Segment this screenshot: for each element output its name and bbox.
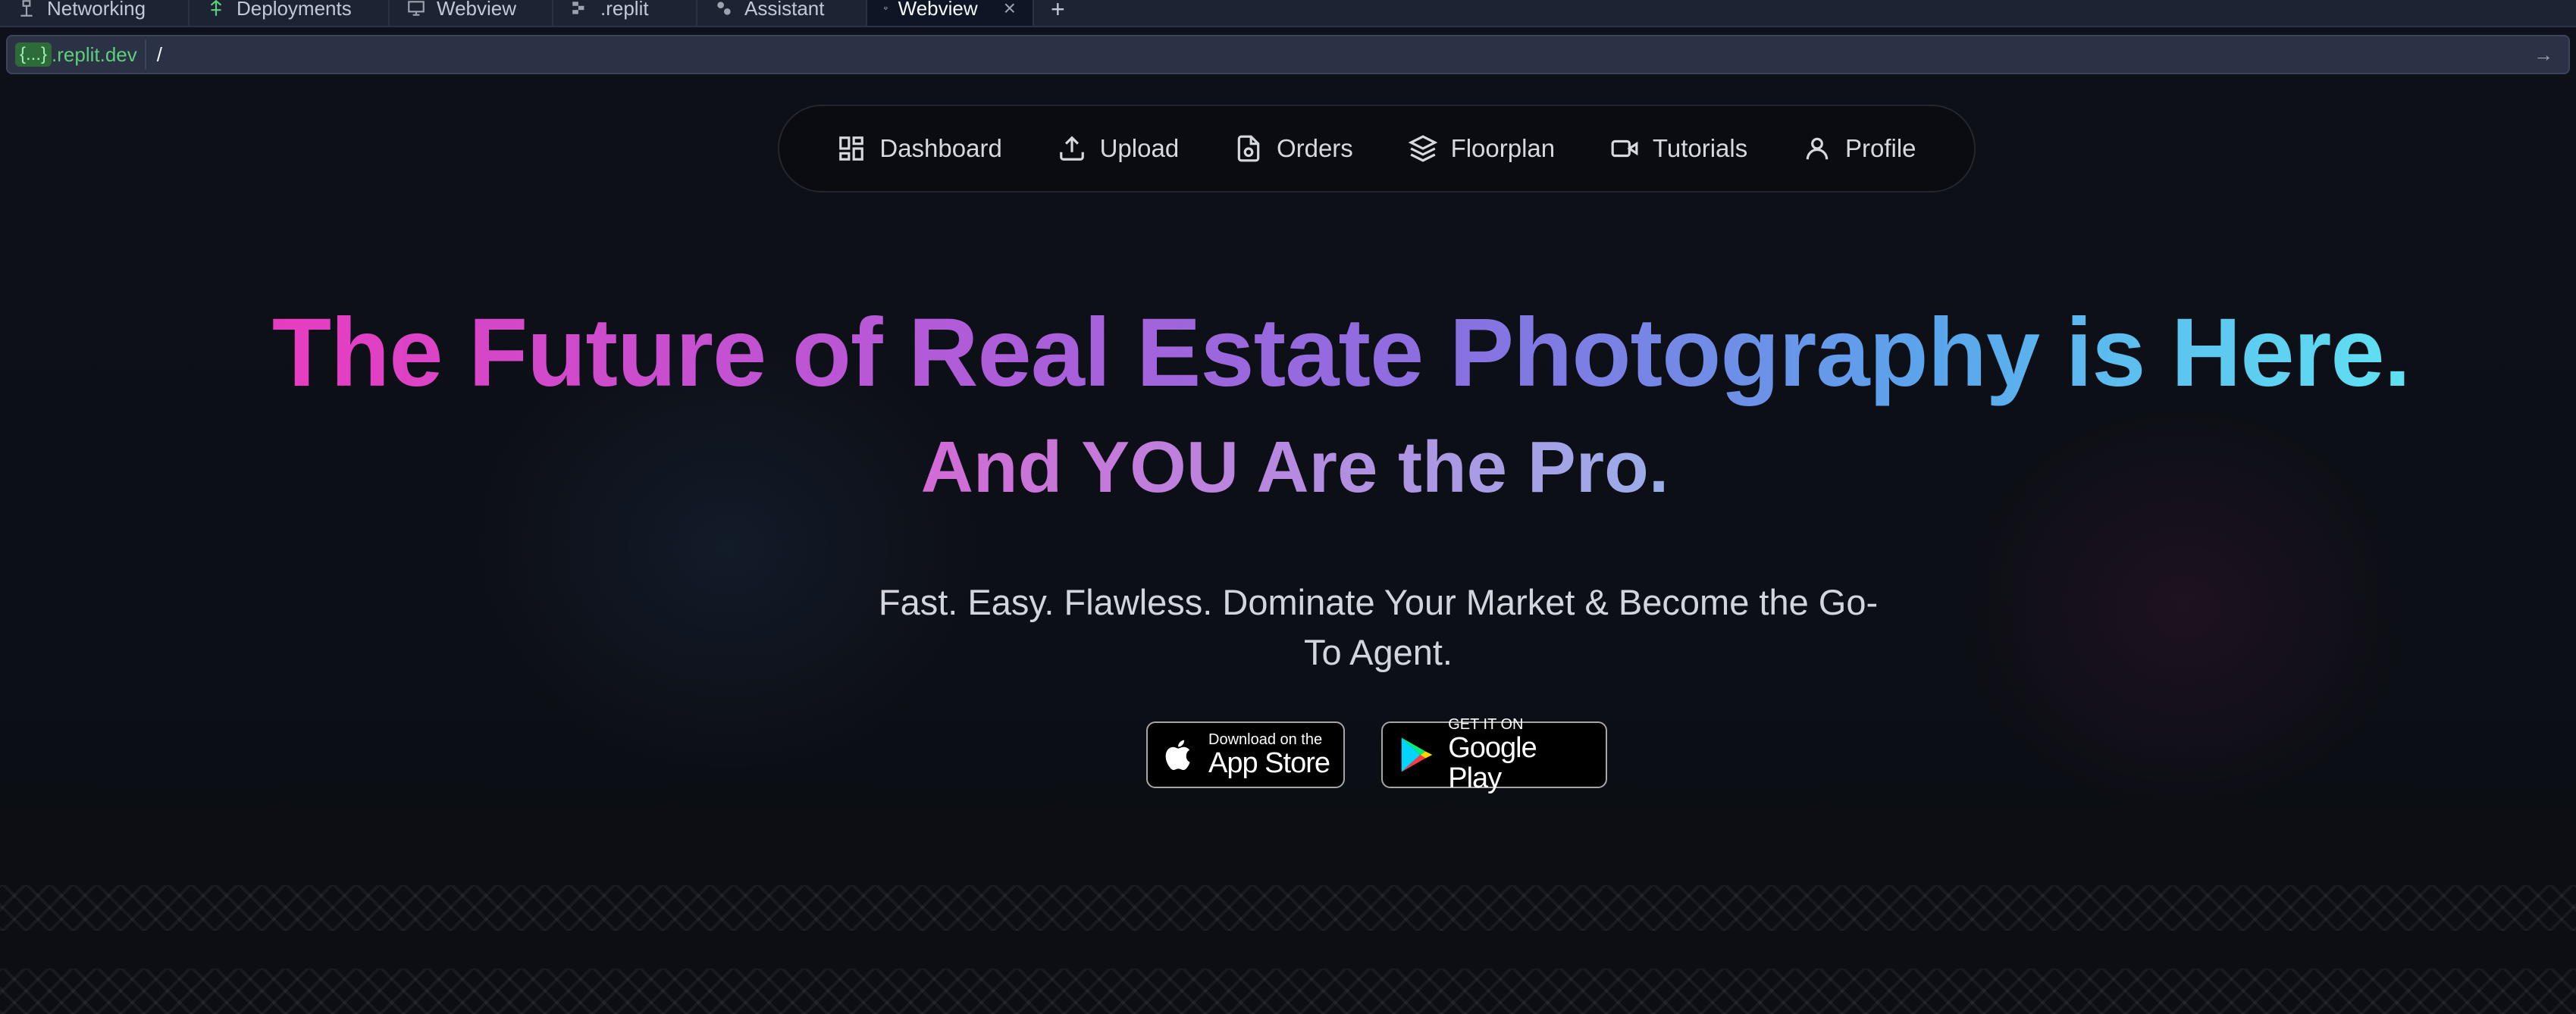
video-icon <box>1611 139 1638 158</box>
app-store-small-text: Download on the <box>1208 731 1323 748</box>
tab-webview-active[interactable]: Webview × <box>867 0 1034 26</box>
tab-label: Webview <box>437 0 517 20</box>
nav-label: Tutorials <box>1652 134 1748 162</box>
main-navigation: Dashboard Upload Orders Floorplan Tutori… <box>778 105 1976 192</box>
url-host-pill: {...} <box>15 42 52 67</box>
webview-url-bar[interactable]: {...} .replit.dev / → <box>6 35 2570 74</box>
monitor-icon <box>884 7 888 10</box>
user-icon <box>1806 137 1829 160</box>
google-play-icon <box>1401 737 1433 772</box>
url-host-suffix: .replit.dev <box>52 42 137 66</box>
hero-tagline: Fast. Easy. Flawless. Dominate Your Mark… <box>878 582 1879 672</box>
orders-icon <box>1237 135 1260 162</box>
tab-webview[interactable]: Webview <box>390 0 553 26</box>
tab-label: Webview <box>898 0 978 20</box>
google-play-badge[interactable]: GET IT ON Google Play <box>1381 716 1607 793</box>
upload-icon <box>1059 136 1084 161</box>
tab-label: Assistant <box>744 0 825 20</box>
layers-icon <box>1408 135 1437 162</box>
arrow-right-icon[interactable]: → <box>2534 43 2553 67</box>
nav-item-orders[interactable]: Orders <box>1221 127 1367 171</box>
tab-deployments[interactable]: Deployments <box>190 0 390 26</box>
url-host: {...} .replit.dev <box>15 39 146 70</box>
google-play-big-text: Google Play <box>1448 732 1537 794</box>
apple-icon <box>1165 740 1190 771</box>
hero-subheadline: And YOU Are the Pro. <box>920 427 1669 508</box>
deployments-icon <box>210 0 222 16</box>
add-tab-button[interactable]: + <box>1034 0 1082 26</box>
hero-headline: The Future of Real Estate Photography is… <box>271 299 2411 407</box>
network-icon <box>20 0 33 17</box>
webview-page: Dashboard Upload Orders Floorplan Tutori… <box>0 77 2576 1014</box>
nav-item-upload[interactable]: Upload <box>1044 127 1193 171</box>
nav-label: Profile <box>1845 134 1916 162</box>
nav-item-profile[interactable]: Profile <box>1789 127 1930 171</box>
close-icon[interactable]: × <box>1004 0 1016 20</box>
nav-label: Dashboard <box>879 134 1002 162</box>
google-play-small-text: GET IT ON <box>1448 716 1524 733</box>
app-store-big-text: App Store <box>1208 747 1330 779</box>
decorative-pattern <box>0 969 2576 1014</box>
decorative-pattern <box>0 885 2576 931</box>
app-store-badge[interactable]: Download on the App Store <box>1146 721 1345 788</box>
tab-assistant[interactable]: Assistant <box>697 0 867 26</box>
dashboard-icon <box>839 136 864 161</box>
app-badges: Download on the App Store GET IT ON Goog… <box>1146 716 1607 793</box>
nav-label: Orders <box>1276 134 1353 162</box>
monitor-icon <box>408 1 425 16</box>
tab-label: .replit <box>600 0 649 20</box>
nav-label: Floorplan <box>1450 134 1556 162</box>
nav-item-tutorials[interactable]: Tutorials <box>1597 127 1761 171</box>
assistant-icon <box>717 2 731 15</box>
tab-label: Networking <box>47 0 146 20</box>
tab-replit-file[interactable]: .replit <box>553 0 697 26</box>
nav-label: Upload <box>1099 134 1180 162</box>
url-path-input[interactable]: / <box>157 43 162 67</box>
ide-tab-bar: Networking Deployments Webview .replit A… <box>0 0 2576 27</box>
nav-item-floorplan[interactable]: Floorplan <box>1395 127 1569 171</box>
nav-item-dashboard[interactable]: Dashboard <box>823 127 1015 171</box>
tab-label: Deployments <box>237 0 352 20</box>
tab-networking[interactable]: Networking <box>0 0 190 26</box>
replit-file-icon <box>572 2 584 14</box>
